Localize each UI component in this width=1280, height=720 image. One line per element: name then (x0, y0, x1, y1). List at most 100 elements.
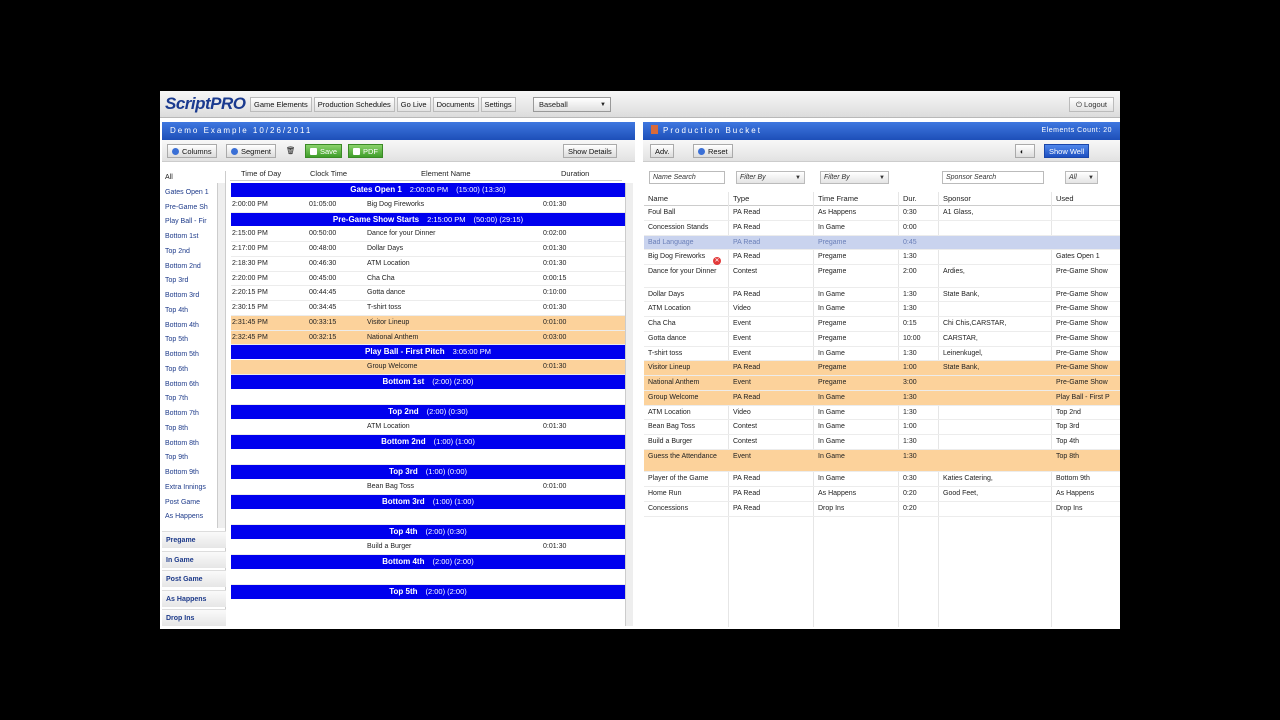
segment-header-row[interactable]: Bottom 2nd (1:00) (1:00) (231, 434, 625, 450)
all-dropdown[interactable]: All ▼ (1065, 171, 1098, 184)
bucket-row[interactable]: Concession Stands PA Read In Game 0:00 (644, 221, 1120, 236)
schedule-row[interactable]: 2:32:45 PM 00:32:15 National Anthem 0:03:00 (231, 330, 625, 346)
sidebar-segment-item[interactable]: Top 7th (162, 392, 225, 407)
segment-header-row[interactable]: Pre-Game Show Starts 2:15:00 PM (50:00) (2… (231, 212, 625, 228)
sidebar-category-item[interactable]: Pregame (162, 531, 226, 548)
segment-header-row[interactable]: Gates Open 1 2:00:00 PM (15:00) (13:30) (231, 183, 625, 198)
advanced-button[interactable]: Adv. (650, 144, 675, 158)
bucket-row[interactable]: Gotta dance Event Pregame 10:00 CARSTAR, Pre-… (644, 332, 1120, 347)
col-time-of-day[interactable]: Time of Day (241, 167, 281, 181)
col-dur[interactable]: Dur. (903, 192, 917, 206)
sidebar-scrollbar[interactable] (217, 183, 225, 528)
schedule-row[interactable]: ATM Location 0:01:30 (231, 420, 625, 435)
sidebar-segment-item[interactable]: Pre-Game Sh (162, 201, 225, 216)
schedule-row[interactable]: Group Welcome 0:01:30 (231, 360, 625, 375)
bucket-row[interactable]: Build a Burger Contest In Game 1:30 Top 4th (644, 435, 1120, 450)
bucket-row[interactable]: Concessions PA Read Drop Ins 0:20 Drop Ins (644, 502, 1120, 517)
logout-button[interactable]: ⏻ Logout (1069, 97, 1114, 112)
col-sponsor[interactable]: Sponsor (943, 192, 971, 206)
segment-header-row[interactable]: Top 3rd (1:00) (0:00) (231, 465, 625, 480)
show-well-button[interactable]: Show Well (1044, 144, 1090, 158)
nav-go-live[interactable]: Go Live (396, 97, 431, 112)
col-time-frame[interactable]: Time Frame (818, 192, 858, 206)
empty-row[interactable] (231, 450, 625, 466)
save-button[interactable]: Save (305, 144, 343, 158)
bucket-row[interactable]: Player of the Game PA Read In Game 0:30 Kati… (644, 472, 1120, 487)
sidebar-segment-item[interactable]: Top 4th (162, 304, 225, 319)
sport-select[interactable]: Baseball ▼ (533, 97, 611, 112)
sidebar-segment-item[interactable]: Post Game (162, 496, 225, 511)
empty-row[interactable] (231, 510, 625, 526)
filter-by-dropdown-2[interactable]: Filter By ▼ (820, 171, 889, 184)
bucket-row[interactable]: Guess the Attendance Event In Game 1:30 Top … (644, 449, 1120, 473)
columns-button[interactable]: Columns (167, 144, 217, 158)
sidebar-segment-item[interactable]: Top 9th (162, 451, 225, 466)
sidebar-segment-item[interactable]: Top 8th (162, 422, 225, 437)
sidebar-segment-item[interactable]: Extra Innings (162, 481, 225, 496)
bucket-row[interactable]: Dollar Days PA Read In Game 1:30 State Bank,… (644, 288, 1120, 303)
segment-header-row[interactable]: Bottom 3rd (1:00) (1:00) (231, 494, 625, 510)
sidebar-segment-item[interactable]: Top 2nd (162, 245, 225, 260)
sidebar-segment-item[interactable]: Bottom 1st (162, 230, 225, 245)
segment-header-row[interactable]: Play Ball - First Pitch 3:05:00 PM (231, 345, 625, 360)
sidebar-segment-item[interactable]: Bottom 3rd (162, 289, 225, 304)
sidebar-segment-item[interactable]: Bottom 4th (162, 319, 225, 334)
col-name[interactable]: Name (648, 192, 668, 206)
nav-production-schedules[interactable]: Production Schedules (313, 97, 395, 112)
nav-documents[interactable]: Documents (432, 97, 479, 112)
bucket-row[interactable]: Bean Bag Toss Contest In Game 1:00 Top 3rd (644, 420, 1120, 435)
sidebar-segment-item[interactable]: Bottom 7th (162, 407, 225, 422)
schedule-row[interactable]: 2:31:45 PM 00:33:15 Visitor Lineup 0:01:00 (231, 315, 625, 331)
sidebar-segment-item[interactable]: Top 3rd (162, 274, 225, 289)
bucket-row[interactable]: Foul Ball PA Read As Happens 0:30 A1 Glass, (644, 206, 1120, 221)
sidebar-segment-item[interactable]: Top 5th (162, 333, 225, 348)
sidebar-segment-item[interactable]: As Happens (162, 510, 225, 525)
bucket-row[interactable]: Group Welcome PA Read In Game 1:30 Play Ball… (644, 390, 1120, 406)
bucket-row[interactable]: T-shirt toss Event In Game 1:30 Leinenkugel,… (644, 347, 1120, 362)
trash-icon[interactable]: 🗑 (286, 144, 298, 158)
sidebar-segment-item[interactable]: Bottom 9th (162, 466, 225, 481)
sidebar-category-item[interactable]: Drop Ins (162, 609, 226, 626)
segment-header-row[interactable]: Top 4th (2:00) (0:30) (231, 525, 625, 540)
bucket-row[interactable]: National Anthem Event Pregame 3:00 Pre-Game … (644, 376, 1120, 391)
sidebar-segment-item[interactable]: Top 6th (162, 363, 225, 378)
show-details-button[interactable]: Show Details (563, 144, 617, 158)
bucket-row[interactable]: ATM Location Video In Game 1:30 Top 2nd (644, 406, 1120, 421)
schedule-row[interactable]: 2:18:30 PM 00:46:30 ATM Location 0:01:30 (231, 257, 625, 272)
col-element-name[interactable]: Element Name (421, 167, 471, 181)
sidebar-segment-item[interactable]: Bottom 5th (162, 348, 225, 363)
bucket-row[interactable]: ATM Location Video In Game 1:30 Pre-Game Sho… (644, 302, 1120, 317)
pdf-button[interactable]: PDF (348, 144, 383, 158)
schedule-row[interactable]: 2:15:00 PM 00:50:00 Dance for your Dinner 0… (231, 227, 625, 242)
segment-header-row[interactable]: Bottom 4th (2:00) (2:00) (231, 554, 625, 570)
sidebar-category-item[interactable]: In Game (162, 550, 226, 568)
bucket-row[interactable]: Cha Cha Event Pregame 0:15 Chi Chis,CARSTAR,… (644, 317, 1120, 332)
schedule-row[interactable]: Build a Burger 0:01:30 (231, 540, 625, 555)
sidebar-category-item[interactable]: As Happens (162, 589, 226, 607)
sponsor-search-input[interactable]: Sponsor Search (942, 171, 1044, 184)
schedule-row[interactable]: 2:30:15 PM 00:34:45 T-shirt toss 0:01:30 (231, 301, 625, 316)
schedule-row[interactable]: 2:20:15 PM 00:44:45 Gotta dance 0:10:00 (231, 286, 625, 301)
name-search-input[interactable]: Name Search (649, 171, 725, 184)
schedule-row[interactable]: 2:00:00 PM 01:05:00 Big Dog Fireworks 0:01:… (231, 198, 625, 213)
sidebar-segment-item[interactable]: Bottom 8th (162, 437, 225, 452)
empty-row[interactable] (231, 570, 625, 586)
segment-header-row[interactable]: Top 5th (2:00) (2:00) (231, 585, 625, 600)
sidebar-segment-item[interactable]: Play Ball - Fir (162, 215, 225, 230)
sidebar-category-item[interactable]: Post Game (162, 570, 226, 587)
col-clock-time[interactable]: Clock Time (310, 167, 347, 181)
segment-header-row[interactable]: Top 2nd (2:00) (0:30) (231, 405, 625, 420)
filter-by-dropdown-1[interactable]: Filter By ▼ (736, 171, 805, 184)
nav-settings[interactable]: Settings (480, 97, 516, 112)
bucket-row[interactable]: Bad Language PA Read Pregame 0:45 (644, 235, 1120, 251)
schedule-row[interactable]: 2:20:00 PM 00:45:00 Cha Cha 0:00:15 (231, 272, 625, 287)
empty-row[interactable] (231, 390, 625, 406)
schedule-scrollbar[interactable] (625, 183, 633, 626)
segment-button[interactable]: Segment (226, 144, 277, 158)
col-used[interactable]: Used (1056, 192, 1074, 206)
sidebar-segment-item[interactable]: Gates Open 1 (162, 186, 225, 201)
col-type[interactable]: Type (733, 192, 749, 206)
col-duration[interactable]: Duration (561, 167, 589, 181)
sidebar-segment-item[interactable]: Bottom 6th (162, 378, 225, 393)
schedule-row[interactable]: Bean Bag Toss 0:01:00 (231, 480, 625, 495)
